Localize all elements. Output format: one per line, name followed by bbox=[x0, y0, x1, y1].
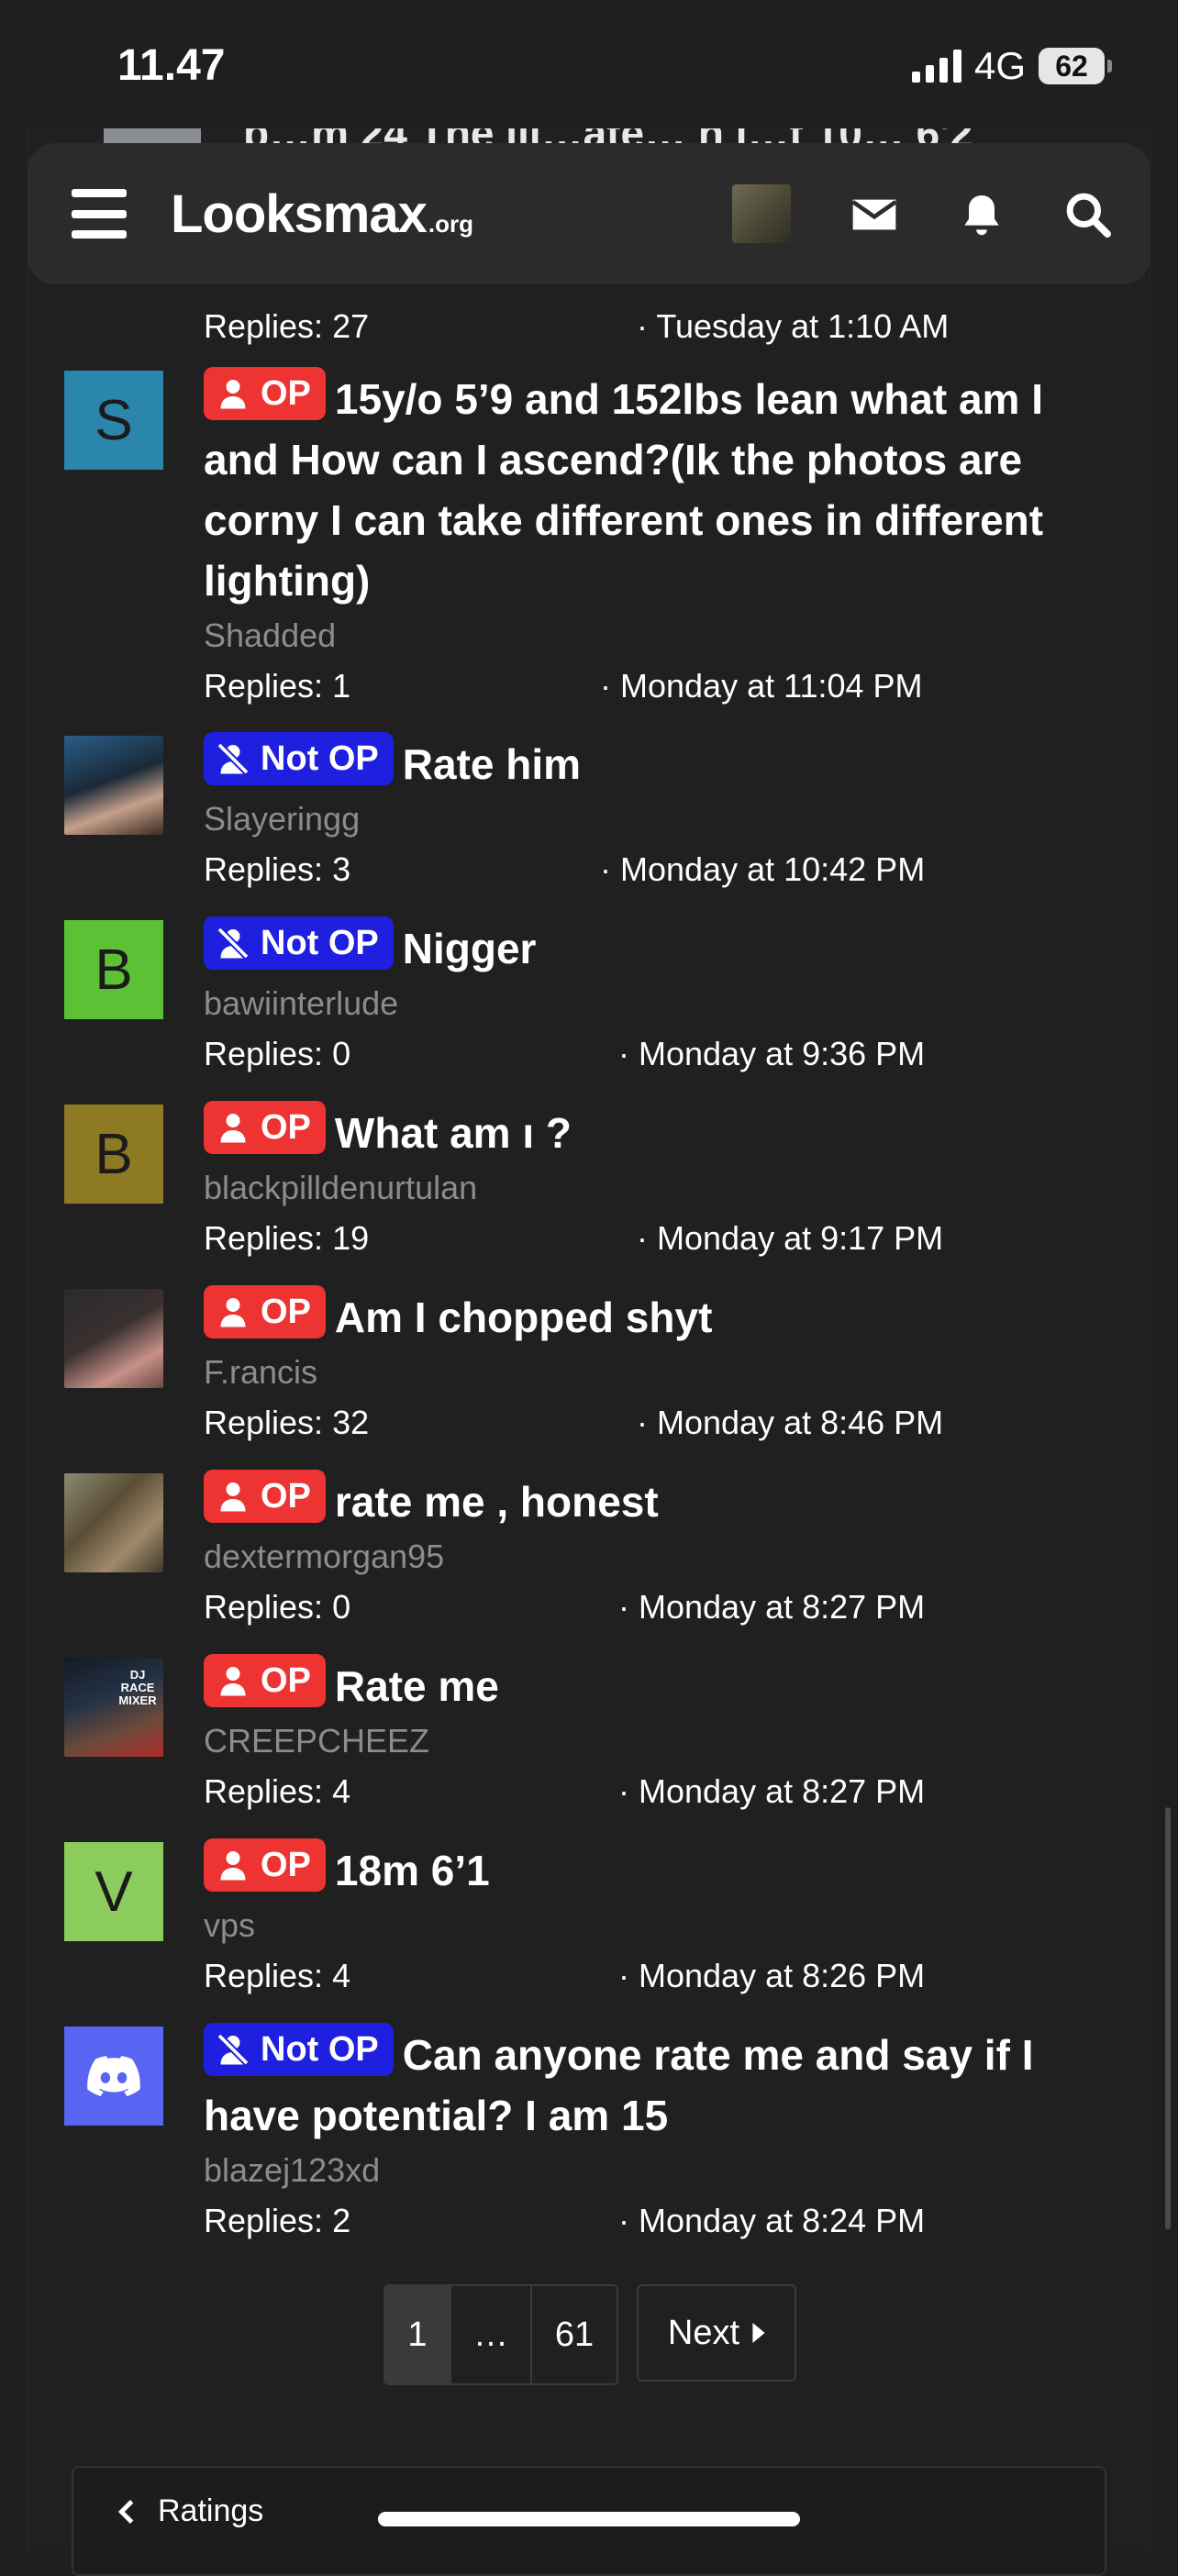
status-bar: 11.47 4G 62 bbox=[0, 0, 1178, 128]
user-slash-icon bbox=[217, 742, 250, 775]
home-indicator[interactable] bbox=[378, 2512, 800, 2526]
battery-level: 62 bbox=[1055, 49, 1088, 83]
reply-count: Replies: 3 bbox=[204, 850, 351, 888]
thread-date[interactable]: · Monday at 11:04 PM bbox=[600, 661, 923, 712]
page-61-button[interactable]: 61 bbox=[532, 2286, 617, 2383]
thread-date[interactable]: · Monday at 8:26 PM bbox=[618, 1950, 925, 2002]
user-avatar[interactable] bbox=[732, 184, 791, 243]
op-badge: OP bbox=[204, 367, 326, 420]
op-badge: OP bbox=[204, 1101, 326, 1154]
thread-author[interactable]: dextermorgan95 bbox=[204, 1534, 1103, 1580]
breadcrumb-item-ratings[interactable]: Ratings bbox=[117, 2493, 263, 2529]
thread-title[interactable]: OP What am ı ? bbox=[204, 1101, 1103, 1163]
thread-author[interactable]: Shadded bbox=[204, 613, 1103, 659]
page-number-group: 1 … 61 bbox=[383, 2284, 618, 2385]
discord-icon bbox=[87, 2056, 140, 2096]
pagination: 1 … 61 Next bbox=[383, 2284, 796, 2385]
top-navbar: Looksmax.org bbox=[28, 143, 1150, 284]
reply-count: Replies: 0 bbox=[204, 1588, 351, 1626]
reply-count: Replies: 27 bbox=[204, 307, 370, 345]
avatar[interactable]: V bbox=[64, 1842, 163, 1941]
user-icon bbox=[220, 1114, 246, 1143]
chevron-left-icon bbox=[117, 2499, 134, 2524]
user-icon bbox=[220, 1482, 246, 1512]
thread-title[interactable]: OP 18m 6’1 bbox=[204, 1838, 1103, 1901]
battery-icon: 62 bbox=[1039, 48, 1112, 84]
user-icon bbox=[220, 380, 246, 409]
not-op-badge: Not OP bbox=[204, 2023, 394, 2076]
avatar[interactable]: S bbox=[64, 371, 163, 470]
avatar[interactable]: B bbox=[64, 1105, 163, 1204]
thread-date[interactable]: · Monday at 10:42 PM bbox=[600, 844, 925, 895]
reply-count: Replies: 4 bbox=[204, 1957, 351, 1994]
avatar[interactable] bbox=[64, 1289, 163, 1388]
mail-icon[interactable] bbox=[849, 189, 900, 240]
status-indicators: 4G 62 bbox=[911, 44, 1112, 88]
scrollbar[interactable] bbox=[1165, 1807, 1171, 2229]
avatar[interactable]: DJ RACE MIXER bbox=[64, 1658, 163, 1757]
thread-date[interactable]: · Monday at 8:27 PM bbox=[618, 1766, 925, 1817]
reply-count: Replies: 19 bbox=[204, 1219, 370, 1257]
avatar[interactable] bbox=[64, 1473, 163, 1572]
thread-date[interactable]: · Tuesday at 1:10 AM bbox=[637, 301, 949, 352]
thread-author[interactable]: blackpilldenurtulan bbox=[204, 1165, 1103, 1211]
avatar[interactable]: B bbox=[64, 920, 163, 1019]
thread-title[interactable]: Not OP Nigger bbox=[204, 916, 1103, 979]
thread-author[interactable]: vps bbox=[204, 1903, 1103, 1949]
menu-icon[interactable] bbox=[72, 189, 127, 239]
user-icon bbox=[220, 1667, 246, 1696]
thread-title[interactable]: OP 15y/o 5’9 and 152lbs lean what am I an… bbox=[204, 367, 1103, 611]
signal-icon bbox=[911, 50, 961, 83]
search-icon[interactable] bbox=[1062, 189, 1114, 240]
avatar-caption: DJ RACE MIXER bbox=[118, 1668, 157, 1707]
thread-title[interactable]: Not OP Can anyone rate me and say if I ha… bbox=[204, 2023, 1103, 2146]
status-time: 11.47 bbox=[117, 41, 226, 90]
network-type: 4G bbox=[973, 44, 1026, 87]
thread-date[interactable]: · Monday at 9:36 PM bbox=[618, 1028, 925, 1080]
site-logo[interactable]: Looksmax.org bbox=[171, 183, 473, 245]
user-icon bbox=[220, 1851, 246, 1881]
not-op-badge: Not OP bbox=[204, 732, 394, 785]
reply-count: Replies: 1 bbox=[204, 667, 351, 705]
reply-count: Replies: 4 bbox=[204, 1772, 351, 1810]
page-ellipsis-button[interactable]: … bbox=[451, 2286, 532, 2383]
user-slash-icon bbox=[217, 2033, 250, 2066]
user-icon bbox=[220, 1298, 246, 1327]
thread-title[interactable]: OP Rate me bbox=[204, 1654, 1103, 1716]
thread-author[interactable]: Slayeringg bbox=[204, 796, 1103, 842]
user-slash-icon bbox=[217, 927, 250, 960]
avatar[interactable] bbox=[64, 736, 163, 835]
reply-count: Replies: 2 bbox=[204, 2202, 351, 2239]
thread-title[interactable]: OP Am I chopped shyt bbox=[204, 1285, 1103, 1348]
thread-date[interactable]: · Monday at 9:17 PM bbox=[637, 1213, 943, 1264]
next-page-button[interactable]: Next bbox=[637, 2284, 796, 2382]
thread-author[interactable]: bawiinterlude bbox=[204, 981, 1103, 1027]
thread-date[interactable]: · Monday at 8:27 PM bbox=[618, 1582, 925, 1633]
op-badge: OP bbox=[204, 1470, 326, 1523]
thread-date[interactable]: · Monday at 8:24 PM bbox=[618, 2195, 925, 2247]
thread-author[interactable]: blazej123xd bbox=[204, 2148, 1103, 2193]
avatar[interactable] bbox=[64, 2026, 163, 2126]
thread-author[interactable]: CREEPCHEEZ bbox=[204, 1718, 1103, 1764]
reply-count: Replies: 0 bbox=[204, 1035, 351, 1072]
thread-title[interactable]: Not OP Rate him bbox=[204, 732, 1103, 794]
op-badge: OP bbox=[204, 1285, 326, 1338]
thread-title[interactable]: OP rate me , honest bbox=[204, 1470, 1103, 1532]
op-badge: OP bbox=[204, 1654, 326, 1707]
bell-icon[interactable] bbox=[956, 189, 1007, 240]
thread-date[interactable]: · Monday at 8:46 PM bbox=[637, 1397, 943, 1449]
caret-right-icon bbox=[752, 2323, 765, 2343]
op-badge: OP bbox=[204, 1838, 326, 1892]
reply-count: Replies: 32 bbox=[204, 1404, 370, 1441]
page-1-button[interactable]: 1 bbox=[385, 2286, 451, 2383]
not-op-badge: Not OP bbox=[204, 916, 394, 970]
thread-author[interactable]: F.rancis bbox=[204, 1349, 1103, 1395]
breadcrumb-label: Ratings bbox=[158, 2493, 264, 2528]
